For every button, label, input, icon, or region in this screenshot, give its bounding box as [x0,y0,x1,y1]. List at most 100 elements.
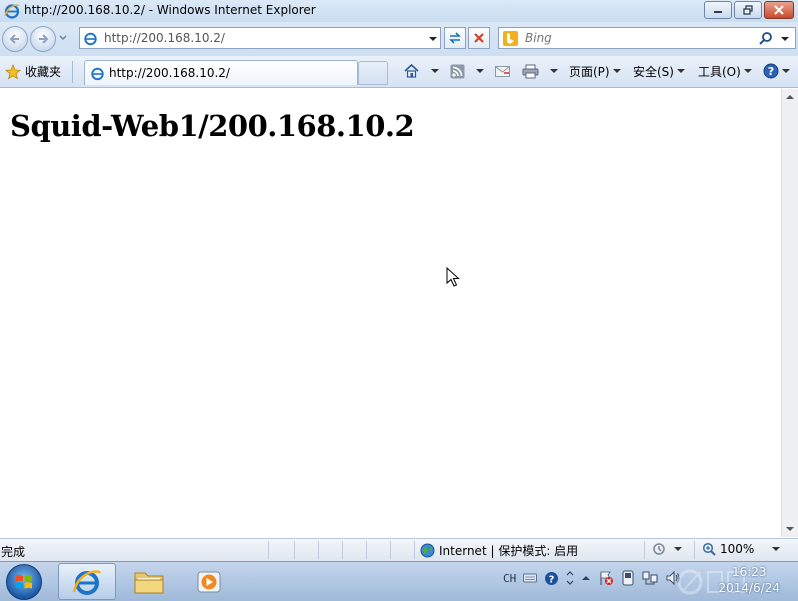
refresh-button[interactable] [444,27,466,49]
divider [414,541,415,559]
divider [644,541,645,559]
svg-text:?: ? [549,574,555,585]
print-button[interactable] [522,62,558,80]
svg-text:?: ? [768,65,774,78]
chevron-down-icon [612,69,621,73]
divider [342,541,343,559]
page-menu-label: 页面(P) [569,64,610,79]
clock-time: 16:23 [731,565,767,579]
folder-icon [134,572,164,593]
new-tab-button[interactable] [358,61,388,85]
print-icon [522,64,539,78]
keyboard-icon[interactable] [523,573,538,583]
tab-label: http://200.168.10.2/ [109,66,230,80]
forward-button[interactable] [30,26,56,52]
clock-date: 2014/6/24 [718,581,780,595]
close-button[interactable] [764,1,794,19]
chevron-down-icon [674,547,682,551]
feeds-button[interactable] [450,62,484,80]
search-input[interactable]: Bing [525,31,552,45]
divider [72,61,73,83]
media-player-icon [197,571,221,592]
chevron-down-icon [772,547,781,551]
globe-icon [420,543,435,558]
stop-icon [474,33,484,43]
restore-button[interactable] [734,1,762,19]
rss-icon [450,64,465,78]
address-url[interactable]: http://200.168.10.2/ [104,31,225,45]
search-box[interactable]: Bing [498,27,796,49]
security-zone-text: Internet | 保护模式: 启用 [439,544,579,558]
zoom-level: 100% [720,542,755,556]
tab-current[interactable]: http://200.168.10.2/ [84,60,358,85]
favorites-label: 收藏夹 [25,65,62,79]
scroll-up-icon[interactable] [786,95,794,99]
chevron-down-icon[interactable] [781,35,789,43]
taskbar-internet-explorer[interactable] [58,563,116,600]
navigation-bar: http://200.168.10.2/ Bing [0,22,798,56]
divider [268,541,269,559]
home-button[interactable] [403,62,439,80]
divider [366,541,367,559]
help-icon[interactable]: ? [544,571,559,586]
taskbar: CH ? 16:23 2014/6/24 [0,561,798,601]
help-menu[interactable]: ? [763,62,790,80]
action-center-flag-icon[interactable] [598,570,614,586]
address-bar[interactable]: http://200.168.10.2/ [79,27,441,49]
safety-menu-label: 安全(S) [633,64,674,79]
security-zone[interactable]: Internet | 保护模式: 启用 [420,542,578,559]
zoom-icon [702,542,716,556]
vertical-scrollbar[interactable] [781,89,798,537]
ie-icon [84,32,97,46]
ie-icon [72,569,102,595]
search-icon[interactable] [759,31,773,45]
read-mail-button[interactable] [495,62,510,80]
mouse-cursor-icon [446,267,460,287]
chevron-down-icon[interactable] [550,69,558,73]
start-button[interactable] [6,564,42,600]
language-indicator[interactable]: CH [503,572,516,585]
page-menu[interactable]: 页面(P) [569,62,621,80]
stop-button[interactable] [468,27,490,49]
favorites-button[interactable]: 收藏夹 [5,63,61,80]
network-icon[interactable] [642,570,658,586]
favorites-star-icon [5,63,21,79]
chevron-down-icon [743,69,752,73]
chevron-down-icon[interactable] [431,69,439,73]
minimize-icon [714,11,722,13]
device-icon[interactable] [621,570,635,586]
status-bar: 完成 Internet | 保护模式: 启用 100% [0,538,798,561]
status-text: 完成 [1,545,26,559]
system-clock[interactable]: 16:23 2014/6/24 [718,564,780,596]
chevron-down-icon[interactable] [476,69,484,73]
tools-menu[interactable]: 工具(O) [698,62,752,80]
ie-icon [91,67,104,81]
title-bar[interactable]: http://200.168.10.2/ - Windows Internet … [0,0,798,22]
chevron-down-icon [782,69,790,73]
forward-arrow-icon [39,34,49,44]
divider [390,541,391,559]
chevron-down-icon[interactable] [429,35,437,43]
protected-mode-button[interactable] [652,542,682,556]
recent-pages-dropdown-icon[interactable] [58,33,68,43]
show-hidden-icons-icon[interactable] [581,574,591,582]
scroll-down-icon[interactable] [786,527,794,531]
bing-icon [503,31,518,46]
taskbar-explorer[interactable] [120,563,178,600]
back-button[interactable] [2,26,28,52]
zoom-control[interactable]: 100% [702,542,781,556]
safety-menu[interactable]: 安全(S) [633,62,685,80]
ie-icon [4,4,20,19]
options-arrow-icon[interactable] [566,571,574,585]
divider [694,541,695,559]
minimize-button[interactable] [704,1,732,19]
taskbar-media-player[interactable] [180,563,238,600]
help-icon: ? [763,63,779,79]
page-heading: Squid-Web1/200.168.10.2 [10,109,415,143]
restore-icon [743,5,753,15]
popup-blocker-icon [653,543,665,555]
chevron-down-icon [676,69,685,73]
page-viewport[interactable]: Squid-Web1/200.168.10.2 [0,89,781,537]
system-tray: CH ? [503,570,681,586]
home-icon [404,63,419,78]
